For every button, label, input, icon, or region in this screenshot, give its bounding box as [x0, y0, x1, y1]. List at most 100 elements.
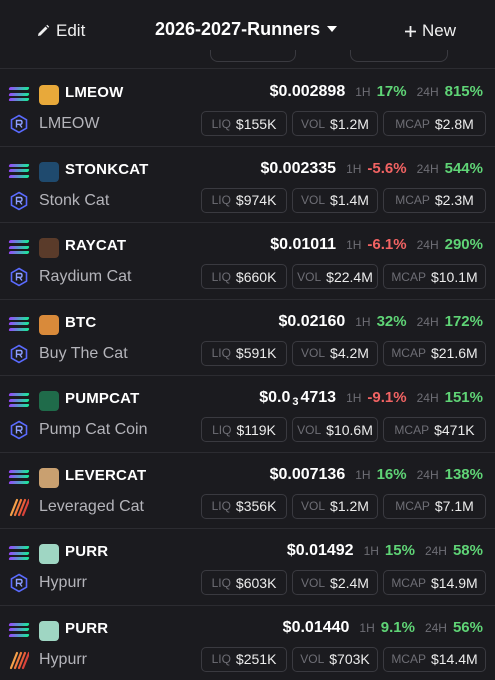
volume-value: $4.2M — [330, 345, 369, 361]
market-cap-value: $7.1M — [434, 498, 474, 514]
change-1h: 15% — [384, 542, 415, 559]
market-cap-stat: MCAP $14.9M — [383, 570, 486, 595]
change-1h: -5.6% — [367, 159, 407, 177]
timeframe-24h-label: 24H — [416, 85, 439, 99]
divider — [0, 68, 495, 69]
token-row[interactable]: STONKCAT Stonk Cat $0.002335 1H -5.6% 24H 544%… — [0, 147, 495, 223]
market-cap-value: $21.6M — [430, 345, 478, 361]
token-price: $0.002335 — [260, 159, 337, 177]
timeframe-24h-label: 24H — [424, 544, 447, 558]
token-row[interactable]: BTC Buy The Cat $0.02160 1H 32% 24H 172% LIQ $59… — [0, 300, 495, 376]
token-name: Leveraged Cat — [39, 497, 144, 515]
token-avatar — [39, 314, 59, 335]
dex-badge — [9, 114, 29, 134]
volume-label: VOL — [301, 346, 326, 360]
volume-stat: VOL $1.4M — [292, 187, 378, 213]
price-group: $0.02160 1H 32% 24H 172% — [279, 313, 484, 331]
change-24h: 290% — [444, 236, 483, 253]
volume-label: VOL — [297, 422, 322, 437]
market-cap-stat: MCAP $14.4M — [383, 646, 486, 672]
liquidity-label: LIQ — [211, 499, 231, 513]
liquidity-value: $251K — [235, 651, 277, 667]
timeframe-24h-label: 24H — [416, 161, 439, 176]
token-symbol: RAYCAT — [65, 237, 127, 254]
token-row[interactable]: PUMPCAT Pump Cat Coin $0.0 3 4713 1H -9.1% 24H 1… — [0, 376, 495, 452]
raydium-icon — [10, 420, 28, 440]
liquidity-stat: LIQ $591K — [201, 340, 287, 366]
market-cap-label: MCAP — [391, 346, 426, 360]
token-avatar — [39, 620, 59, 641]
liquidity-value: $155K — [235, 115, 277, 132]
solana-chain-icon — [8, 622, 30, 639]
price-group: $0.002335 1H -5.6% 24H 544% — [260, 160, 483, 178]
change-24h: 815% — [444, 83, 483, 100]
new-watchlist-button[interactable]: New — [404, 19, 456, 43]
token-row[interactable]: PURR Hypurr $0.01440 1H 9.1% 24H 56% LIQ $251K VO… — [0, 606, 495, 680]
liquidity-stat: LIQ $660K — [201, 264, 287, 289]
market-cap-stat: MCAP $2.8M — [383, 111, 486, 136]
liquidity-stat: LIQ $603K — [201, 570, 287, 595]
dex-badge — [9, 573, 29, 593]
timeframe-24h-label: 24H — [424, 620, 447, 635]
market-cap-label: MCAP — [394, 422, 430, 437]
market-cap-label: MCAP — [391, 652, 426, 666]
watchlist-selector[interactable]: 2026-2027-Runners — [155, 16, 338, 42]
market-cap-stat: MCAP $2.3M — [383, 187, 486, 213]
token-name: Raydium Cat — [39, 268, 132, 285]
change-1h: 17% — [376, 83, 407, 100]
market-cap-stat: MCAP $7.1M — [383, 493, 486, 519]
token-price: $0.0 3 4713 — [259, 389, 337, 408]
timeframe-1h-label: 1H — [346, 238, 362, 252]
token-symbol: LEVERCAT — [65, 466, 147, 484]
timeframe-1h-label: 1H — [346, 161, 362, 176]
liquidity-value: $356K — [235, 498, 277, 514]
timeframe-1h-label: 1H — [355, 314, 371, 329]
change-1h: 32% — [376, 312, 407, 330]
token-symbol: PURR — [65, 619, 109, 637]
token-row[interactable]: PURR Hypurr $0.01492 1H 15% 24H 58% LIQ $603K VOL… — [0, 529, 495, 605]
dex-badge — [9, 650, 31, 670]
token-row[interactable]: RAYCAT Raydium Cat $0.01011 1H -6.1% 24H 290% L… — [0, 223, 495, 299]
volume-label: VOL — [301, 116, 326, 131]
dex-badge — [9, 420, 29, 440]
market-cap-label: MCAP — [395, 193, 430, 207]
token-row[interactable]: LMEOW LMEOW $0.002898 1H 17% 24H 815% LIQ $155K V… — [0, 70, 495, 146]
market-cap-value: $14.9M — [430, 574, 478, 591]
change-1h: -9.1% — [367, 389, 407, 406]
token-name: Pump Cat Coin — [39, 421, 148, 438]
liquidity-label: LIQ — [212, 422, 232, 437]
watchlist-title: 2026-2027-Runners — [155, 18, 321, 39]
liquidity-value: $603K — [235, 574, 277, 591]
volume-stat: VOL $22.4M — [292, 264, 378, 289]
change-1h: -6.1% — [367, 236, 407, 253]
volume-stat: VOL $1.2M — [292, 493, 378, 519]
timeframe-1h-label: 1H — [355, 467, 371, 482]
caret-down-icon — [327, 26, 338, 32]
change-24h: 172% — [444, 312, 483, 330]
top-bar: Edit 2026-2027-Runners New — [0, 0, 495, 64]
liquidity-label: LIQ — [211, 193, 231, 207]
price-group: $0.01440 1H 9.1% 24H 56% — [283, 619, 483, 637]
liquidity-stat: LIQ $251K — [201, 646, 287, 672]
timeframe-1h-label: 1H — [359, 620, 375, 635]
token-price: $0.01492 — [286, 542, 354, 559]
token-row[interactable]: LEVERCAT Leveraged Cat $0.007136 1H 16% 24H 13… — [0, 453, 495, 529]
market-cap-label: MCAP — [391, 269, 426, 284]
solana-chain-icon — [8, 240, 30, 256]
edit-button[interactable]: Edit — [36, 19, 85, 43]
liquidity-value: $119K — [236, 421, 276, 438]
dex-badge — [9, 191, 29, 211]
change-24h: 138% — [444, 465, 483, 483]
price-group: $0.007136 1H 16% 24H 138% — [270, 466, 483, 484]
timeframe-1h-label: 1H — [355, 85, 371, 99]
token-symbol: LMEOW — [65, 84, 124, 101]
raydium-icon — [10, 114, 28, 134]
volume-stat: VOL $1.2M — [292, 111, 378, 136]
token-symbol: PURR — [65, 543, 109, 560]
token-avatar — [39, 467, 59, 488]
solana-chain-icon — [8, 316, 30, 333]
liquidity-stat: LIQ $974K — [201, 187, 287, 213]
price-group: $0.01492 1H 15% 24H 58% — [287, 542, 483, 560]
market-cap-value: $471K — [434, 421, 475, 438]
token-price: $0.01440 — [282, 618, 350, 636]
